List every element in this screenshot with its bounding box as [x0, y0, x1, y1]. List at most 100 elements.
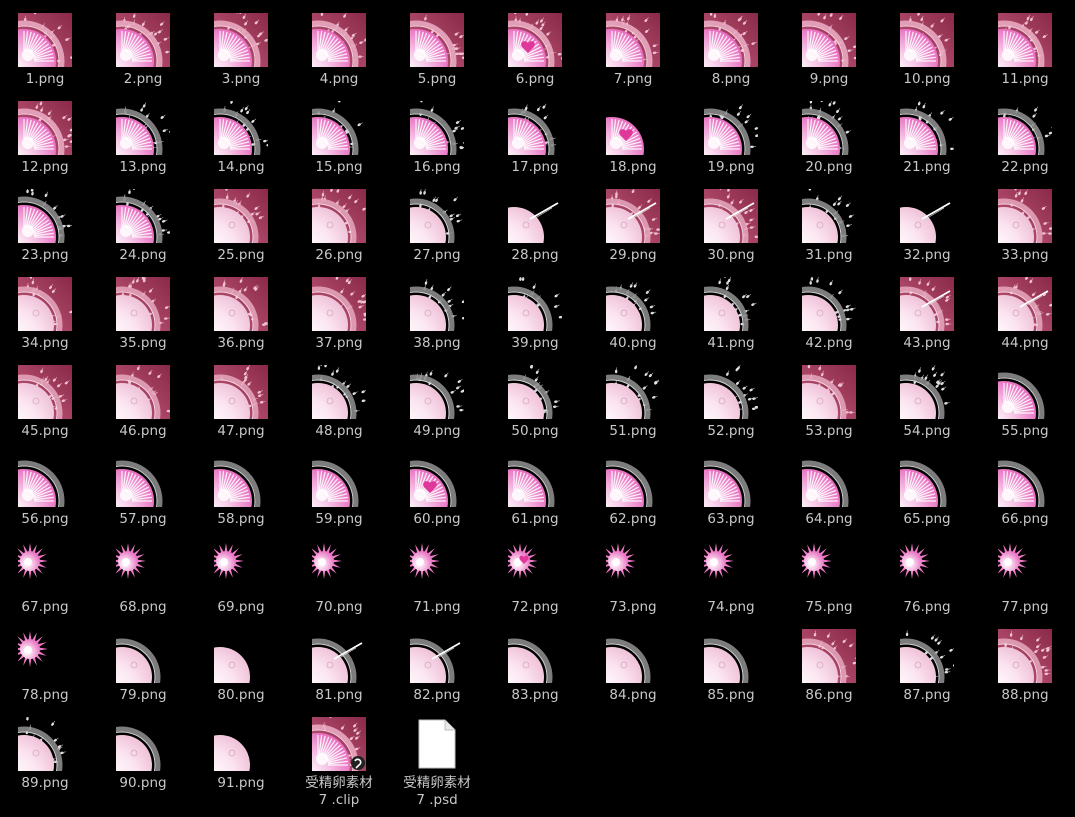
file-item[interactable]: 71.png [392, 539, 482, 623]
file-item[interactable]: 40.png [588, 275, 678, 359]
file-item[interactable]: 7.png [588, 11, 678, 95]
file-item[interactable]: 47.png [196, 363, 286, 447]
file-item[interactable]: 59.png [294, 451, 384, 535]
file-item[interactable]: 20.png [784, 99, 874, 183]
file-item[interactable]: 79.png [98, 627, 188, 711]
file-name-label: 26.png [315, 247, 363, 263]
file-item[interactable]: 38.png [392, 275, 482, 359]
file-item[interactable]: 受精卵素材 7 .clip [294, 715, 384, 808]
file-item[interactable]: 受精卵素材 7 .psd [392, 715, 482, 808]
file-item[interactable]: 43.png [882, 275, 972, 359]
file-item[interactable]: 15.png [294, 99, 384, 183]
file-item[interactable]: 5.png [392, 11, 482, 95]
file-item[interactable]: 50.png [490, 363, 580, 447]
file-item[interactable]: 1.png [0, 11, 90, 95]
thumbnail-graphic [802, 629, 856, 683]
file-item[interactable]: 74.png [686, 539, 776, 623]
file-item[interactable]: 22.png [980, 99, 1070, 183]
file-item[interactable]: 48.png [294, 363, 384, 447]
file-item[interactable]: 77.png [980, 539, 1070, 623]
file-item[interactable]: 18.png [588, 99, 678, 183]
file-item[interactable]: 8.png [686, 11, 776, 95]
file-item[interactable]: 80.png [196, 627, 286, 711]
thumbnail-graphic [410, 365, 464, 419]
file-item[interactable]: 63.png [686, 451, 776, 535]
file-item[interactable]: 45.png [0, 363, 90, 447]
file-item[interactable]: 10.png [882, 11, 972, 95]
file-item[interactable]: 89.png [0, 715, 90, 799]
thumbnail-graphic [214, 460, 261, 507]
file-item[interactable]: 11.png [980, 11, 1070, 95]
file-item[interactable]: 76.png [882, 539, 972, 623]
file-item[interactable]: 56.png [0, 451, 90, 535]
file-item[interactable]: 42.png [784, 275, 874, 359]
file-item[interactable]: 78.png [0, 627, 90, 711]
file-item[interactable]: 69.png [196, 539, 286, 623]
file-item[interactable]: 84.png [588, 627, 678, 711]
file-item[interactable]: 19.png [686, 99, 776, 183]
file-item[interactable]: 30.png [686, 187, 776, 271]
file-item[interactable]: 33.png [980, 187, 1070, 271]
file-item[interactable]: 86.png [784, 627, 874, 711]
file-item[interactable]: 51.png [588, 363, 678, 447]
file-item[interactable]: 6.png [490, 11, 580, 95]
file-item[interactable]: 67.png [0, 539, 90, 623]
file-item[interactable]: 61.png [490, 451, 580, 535]
file-item[interactable]: 39.png [490, 275, 580, 359]
file-item[interactable]: 83.png [490, 627, 580, 711]
file-item[interactable]: 85.png [686, 627, 776, 711]
file-item[interactable]: 75.png [784, 539, 874, 623]
file-item[interactable]: 3.png [196, 11, 286, 95]
file-item[interactable]: 49.png [392, 363, 482, 447]
file-item[interactable]: 65.png [882, 451, 972, 535]
file-item[interactable]: 82.png [392, 627, 482, 711]
file-item[interactable]: 24.png [98, 187, 188, 271]
file-item[interactable]: 4.png [294, 11, 384, 95]
file-item[interactable]: 52.png [686, 363, 776, 447]
file-item[interactable]: 46.png [98, 363, 188, 447]
file-item[interactable]: 68.png [98, 539, 188, 623]
file-name-label: 68.png [119, 599, 167, 615]
file-item[interactable]: 27.png [392, 187, 482, 271]
file-item[interactable]: 2.png [98, 11, 188, 95]
file-item[interactable]: 64.png [784, 451, 874, 535]
file-item[interactable]: 9.png [784, 11, 874, 95]
file-item[interactable]: 37.png [294, 275, 384, 359]
file-item[interactable]: 60.png [392, 451, 482, 535]
file-item[interactable]: 88.png [980, 627, 1070, 711]
file-item[interactable]: 14.png [196, 99, 286, 183]
file-item[interactable]: 17.png [490, 99, 580, 183]
file-name-label: 79.png [119, 687, 167, 703]
file-item[interactable]: 87.png [882, 627, 972, 711]
file-item[interactable]: 29.png [588, 187, 678, 271]
file-item[interactable]: 23.png [0, 187, 90, 271]
file-item[interactable]: 12.png [0, 99, 90, 183]
file-item[interactable]: 72.png [490, 539, 580, 623]
image-thumbnail-icon [18, 189, 72, 243]
file-item[interactable]: 34.png [0, 275, 90, 359]
file-item[interactable]: 66.png [980, 451, 1070, 535]
file-item[interactable]: 16.png [392, 99, 482, 183]
file-item[interactable]: 53.png [784, 363, 874, 447]
file-item[interactable]: 31.png [784, 187, 874, 271]
file-item[interactable]: 35.png [98, 275, 188, 359]
file-item[interactable]: 57.png [98, 451, 188, 535]
file-item[interactable]: 54.png [882, 363, 972, 447]
file-item[interactable]: 90.png [98, 715, 188, 799]
file-item[interactable]: 73.png [588, 539, 678, 623]
file-item[interactable]: 26.png [294, 187, 384, 271]
file-item[interactable]: 36.png [196, 275, 286, 359]
file-item[interactable]: 21.png [882, 99, 972, 183]
file-item[interactable]: 70.png [294, 539, 384, 623]
file-item[interactable]: 25.png [196, 187, 286, 271]
file-item[interactable]: 81.png [294, 627, 384, 711]
file-item[interactable]: 28.png [490, 187, 580, 271]
file-item[interactable]: 13.png [98, 99, 188, 183]
file-item[interactable]: 58.png [196, 451, 286, 535]
file-item[interactable]: 44.png [980, 275, 1070, 359]
file-item[interactable]: 62.png [588, 451, 678, 535]
file-item[interactable]: 55.png [980, 363, 1070, 447]
file-item[interactable]: 91.png [196, 715, 286, 799]
file-item[interactable]: 41.png [686, 275, 776, 359]
file-item[interactable]: 32.png [882, 187, 972, 271]
